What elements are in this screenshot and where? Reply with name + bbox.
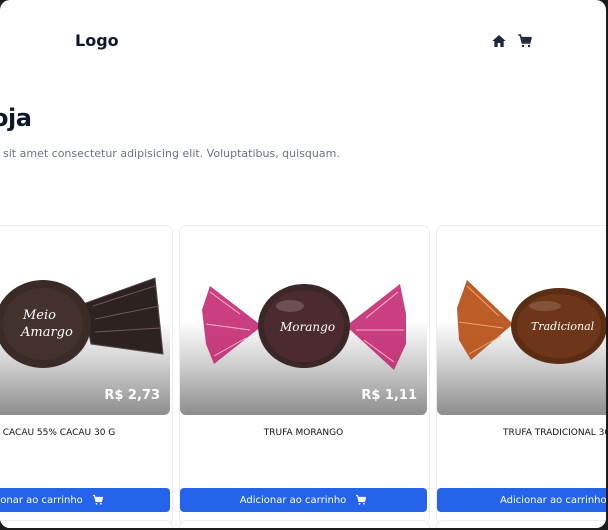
product-card-next-row bbox=[436, 520, 606, 528]
product-price: R$ 2,73 bbox=[104, 388, 160, 403]
cart-icon bbox=[92, 494, 103, 505]
add-to-cart-label: Adicionar ao carrinho bbox=[500, 494, 606, 506]
product-card-next-row bbox=[179, 520, 430, 528]
product-price: R$ 1,11 bbox=[361, 388, 417, 403]
chocolate-wrapper-image: Tradicional bbox=[457, 280, 606, 364]
wrapper-text: Tradicional bbox=[531, 320, 595, 333]
product-card-next-row bbox=[0, 520, 173, 528]
cart-icon[interactable] bbox=[517, 33, 533, 49]
product-card: Meio Amargo R$ 2,73 DITO CACAU 55% CACAU… bbox=[0, 225, 173, 525]
product-name: DITO CACAU 55% CACAU 30 G bbox=[0, 428, 116, 438]
logo[interactable]: Logo bbox=[75, 31, 119, 50]
app-window: Logo oja r sit amet consectetur adipisic… bbox=[0, 0, 606, 528]
header: Logo bbox=[0, 0, 606, 90]
cart-icon bbox=[356, 494, 367, 505]
product-card: Tradicional TRUFA TRADICIONAL 30 Adicion… bbox=[436, 225, 606, 525]
add-to-cart-button[interactable]: Adicionar ao carrinho bbox=[180, 488, 427, 512]
add-to-cart-button[interactable]: Adicionar ao carrinho bbox=[437, 488, 606, 512]
product-name: TRUFA MORANGO bbox=[263, 428, 344, 438]
product-card: Morango R$ 1,11 TRUFA MORANGO Adicionar … bbox=[179, 225, 430, 525]
page-title: oja bbox=[0, 104, 32, 132]
home-icon[interactable] bbox=[491, 33, 507, 49]
product-image[interactable]: Tradicional bbox=[437, 234, 606, 415]
add-to-cart-button[interactable]: icionar ao carrinho bbox=[0, 488, 170, 512]
add-to-cart-label: Adicionar ao carrinho bbox=[239, 494, 347, 506]
page-subtitle: r sit amet consectetur adipisicing elit.… bbox=[0, 147, 340, 160]
add-to-cart-label: icionar ao carrinho bbox=[0, 494, 83, 506]
product-image[interactable]: Meio Amargo R$ 2,73 bbox=[0, 234, 170, 415]
wrapper-text: Amargo bbox=[20, 325, 73, 340]
wrapper-text: Meio bbox=[22, 308, 56, 323]
product-image[interactable]: Morango R$ 1,11 bbox=[180, 234, 427, 415]
product-name: TRUFA TRADICIONAL 30 bbox=[503, 428, 606, 438]
wrapper-text: Morango bbox=[279, 320, 335, 334]
